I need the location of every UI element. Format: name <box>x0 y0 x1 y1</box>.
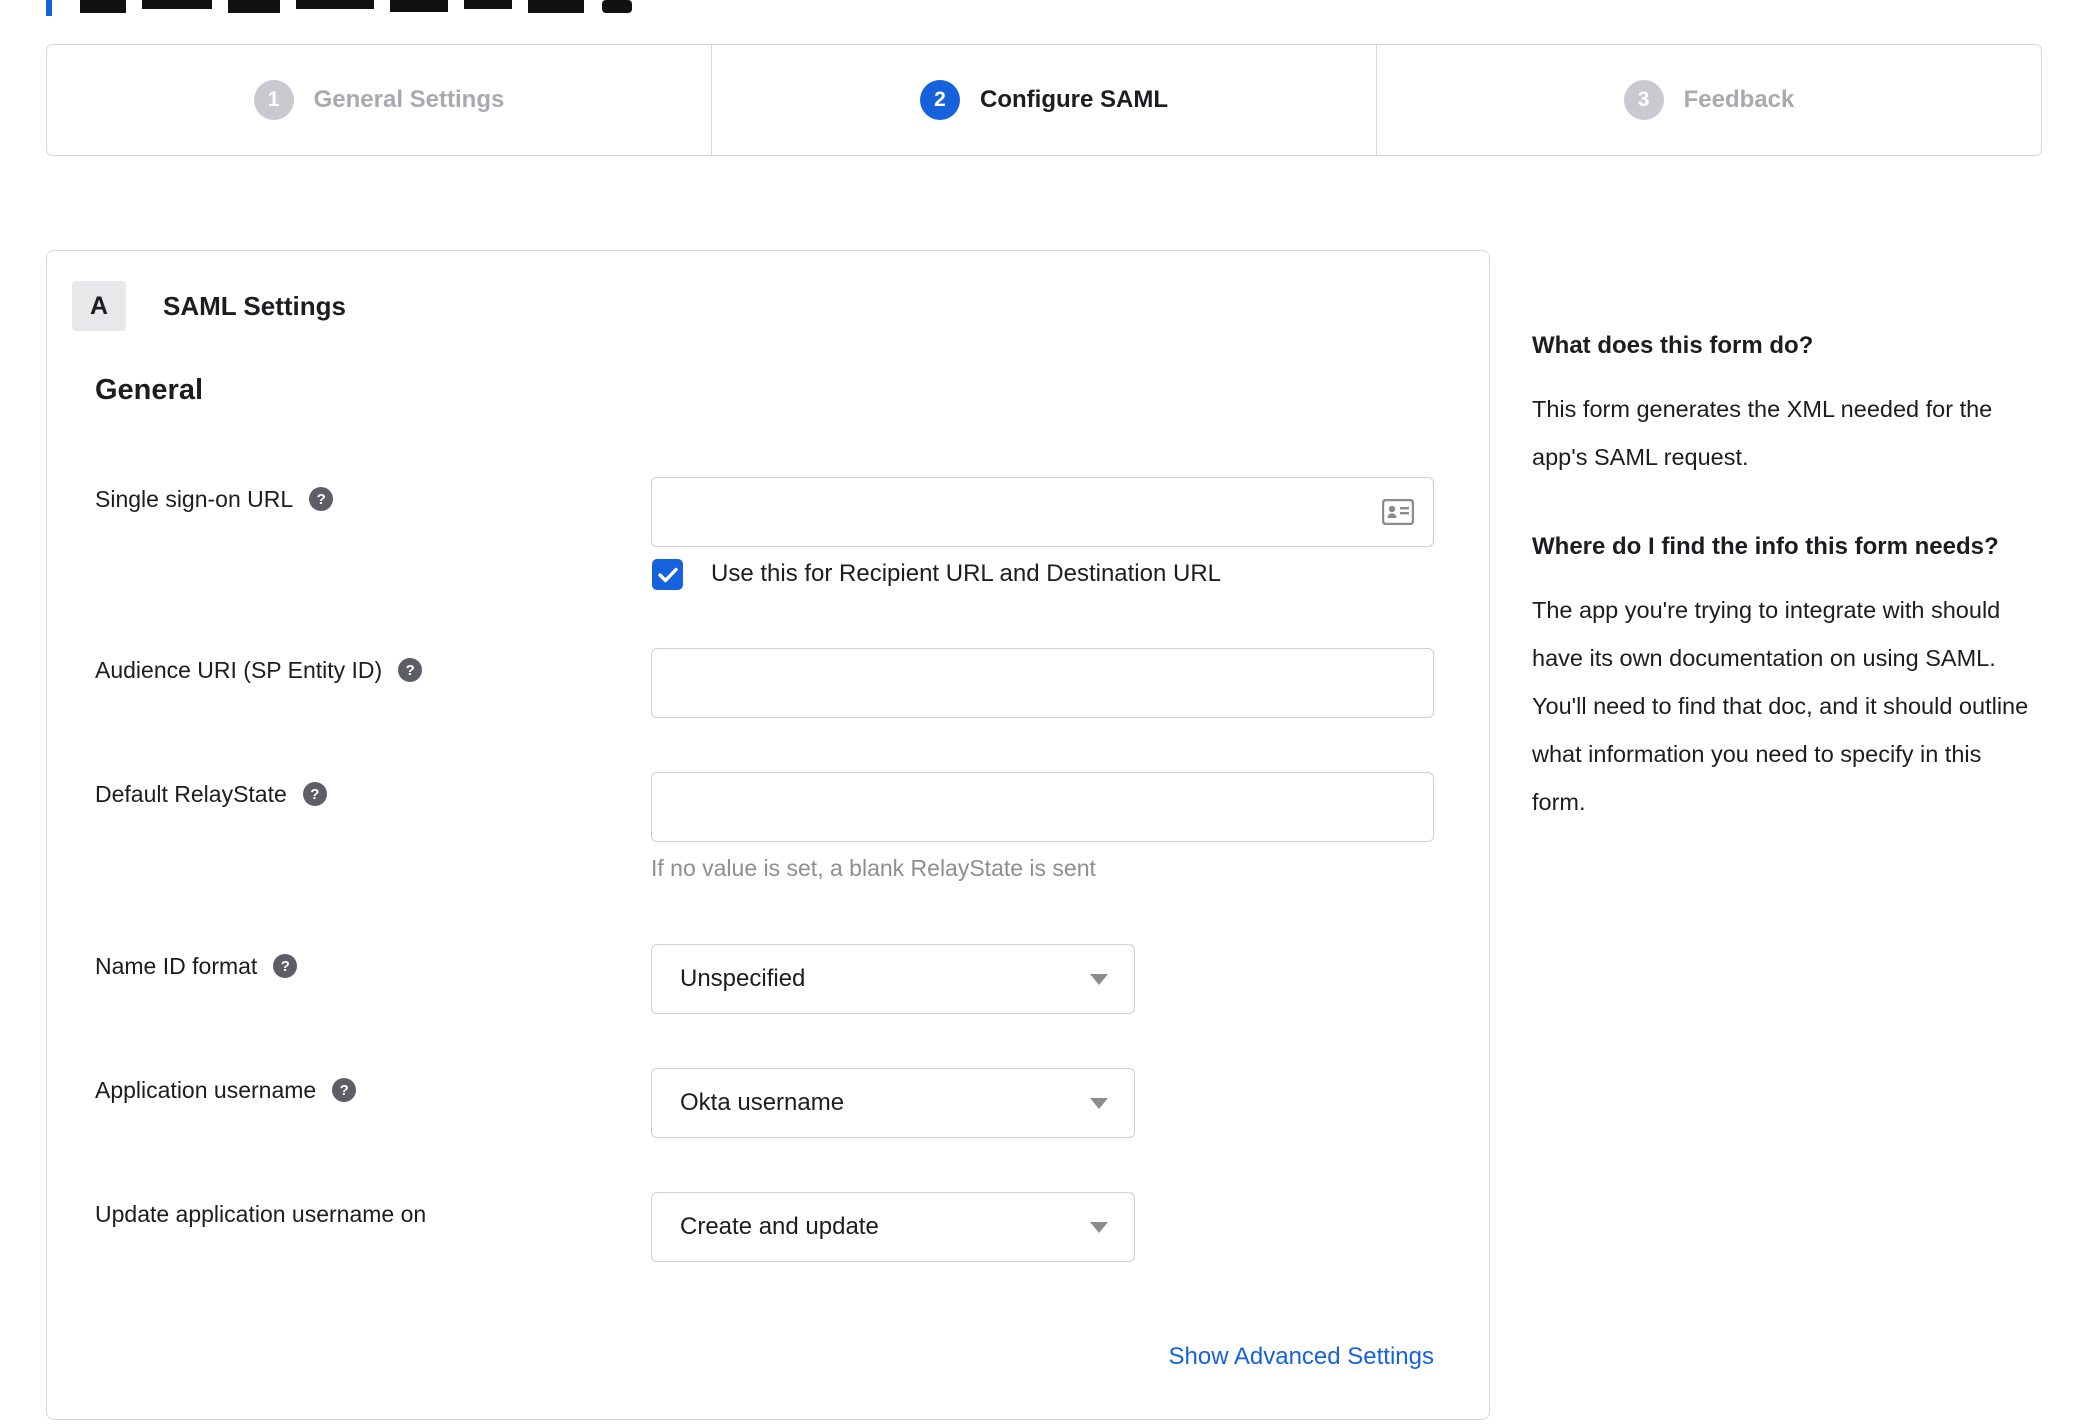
help-sidebar: What does this form do? This form genera… <box>1532 322 2037 868</box>
chevron-down-icon <box>1090 973 1108 985</box>
sidebar-heading-1: What does this form do? <box>1532 332 1814 359</box>
step-3-label: Feedback <box>1683 86 1795 113</box>
update-username-select[interactable]: Create and update <box>651 1192 1135 1262</box>
nameid-format-value: Unspecified <box>680 965 806 992</box>
audience-uri-input[interactable] <box>651 648 1434 718</box>
sso-url-label: Single sign-on URL ? <box>95 484 334 514</box>
nameid-format-label: Name ID format ? <box>95 951 298 981</box>
update-username-value: Create and update <box>680 1213 879 1240</box>
recipient-url-checkbox-label[interactable]: Use this for Recipient URL and Destinati… <box>711 560 1221 588</box>
sso-url-input[interactable] <box>651 477 1434 547</box>
wizard-stepper: 1 General Settings 2 Configure SAML 3 Fe… <box>46 44 2042 156</box>
relaystate-help-icon[interactable]: ? <box>302 782 327 806</box>
relaystate-helper-text: If no value is set, a blank RelayState i… <box>651 855 1096 881</box>
application-username-select[interactable]: Okta username <box>651 1068 1135 1138</box>
step-3-circle: 3 <box>1623 80 1664 120</box>
section-a-badge: A <box>72 281 126 331</box>
contact-card-icon <box>1382 499 1414 525</box>
sidebar-heading-2: Where do I find the info this form needs… <box>1532 533 1999 560</box>
relaystate-input[interactable] <box>651 772 1434 842</box>
audience-uri-label: Audience URI (SP Entity ID) ? <box>95 655 423 685</box>
configure-saml-page: 1 General Settings 2 Configure SAML 3 Fe… <box>0 0 2092 1426</box>
update-username-label: Update application username on <box>95 1200 427 1227</box>
nameid-format-select[interactable]: Unspecified <box>651 944 1135 1014</box>
cropped-title-icon <box>602 0 632 13</box>
application-username-help-icon[interactable]: ? <box>332 1078 357 1102</box>
chevron-down-icon <box>1090 1097 1108 1109</box>
nameid-format-help-icon[interactable]: ? <box>273 954 298 978</box>
sidebar-body-2: The app you're trying to integrate with … <box>1532 597 2029 815</box>
audience-uri-help-icon[interactable]: ? <box>398 658 423 682</box>
cropped-page-title <box>46 0 666 18</box>
section-title: SAML Settings <box>163 291 346 321</box>
checkmark-icon <box>657 567 678 582</box>
group-title-general: General <box>95 374 203 406</box>
step-2-label: Configure SAML <box>980 86 1168 113</box>
recipient-url-checkbox[interactable] <box>652 559 683 590</box>
step-1-label: General Settings <box>313 86 505 113</box>
cropped-title-blue-bar <box>46 0 52 16</box>
sidebar-body-1: This form generates the XML needed for t… <box>1532 396 1993 470</box>
relaystate-label: Default RelayState ? <box>95 779 327 809</box>
application-username-label: Application username ? <box>95 1075 357 1105</box>
step-feedback: 3 Feedback <box>1376 45 2041 155</box>
step-configure-saml: 2 Configure SAML <box>711 45 1376 155</box>
application-username-value: Okta username <box>680 1089 845 1116</box>
chevron-down-icon <box>1090 1221 1108 1233</box>
step-general-settings: 1 General Settings <box>47 45 711 155</box>
step-1-circle: 1 <box>253 80 294 120</box>
step-2-circle: 2 <box>920 80 960 120</box>
show-advanced-settings-link[interactable]: Show Advanced Settings <box>1168 1343 1434 1371</box>
sso-url-help-icon[interactable]: ? <box>309 487 334 511</box>
